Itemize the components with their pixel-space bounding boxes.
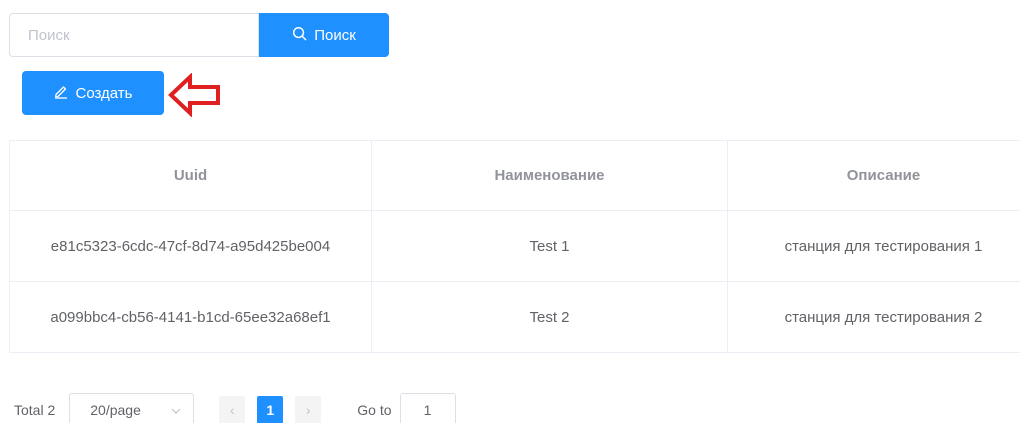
search-input[interactable] <box>9 13 259 57</box>
goto-page-input[interactable] <box>399 393 456 423</box>
chevron-left-icon: ‹ <box>229 402 235 418</box>
left-arrow-outline-icon <box>168 72 222 118</box>
page-number: 1 <box>266 402 275 418</box>
total-count: Total 2 <box>14 402 56 418</box>
table-header-row: Uuid Наименование Описание <box>9 140 1020 211</box>
chevron-right-icon: › <box>305 402 311 418</box>
cell-uuid: e81c5323-6cdc-47cf-8d74-a95d425be004 <box>9 210 372 282</box>
search-icon <box>292 26 307 45</box>
cell-description: станция для тестирования 2 <box>727 281 1020 353</box>
prev-page-button[interactable]: ‹ <box>219 396 246 423</box>
cell-name: Test 1 <box>371 210 728 282</box>
goto-label: Go to <box>357 402 392 418</box>
next-page-button[interactable]: › <box>295 396 322 423</box>
page-size-select[interactable]: 20/page <box>69 393 195 423</box>
create-button-label: Создать <box>75 84 133 102</box>
cell-description: станция для тестирования 1 <box>727 210 1020 282</box>
column-header-description[interactable]: Описание <box>727 140 1020 211</box>
cell-name: Test 2 <box>371 281 728 353</box>
stations-table: Uuid Наименование Описание e81c5323-6cdc… <box>9 140 1020 353</box>
cell-uuid: a099bbc4-cb56-4141-b1cd-65ee32a68ef1 <box>9 281 372 353</box>
page-size-value: 20/page <box>90 402 141 418</box>
search-button[interactable]: Поиск <box>259 13 389 57</box>
page-number-button[interactable]: 1 <box>257 396 284 423</box>
table-row[interactable]: a099bbc4-cb56-4141-b1cd-65ee32a68ef1 Tes… <box>9 281 1020 353</box>
table-row[interactable]: e81c5323-6cdc-47cf-8d74-a95d425be004 Tes… <box>9 210 1020 282</box>
chevron-down-icon <box>171 403 181 417</box>
search-button-label: Поиск <box>314 26 356 44</box>
column-header-name[interactable]: Наименование <box>371 140 728 211</box>
edit-icon <box>53 83 69 103</box>
pagination: Total 2 20/page ‹ 1 › Go to <box>14 392 456 423</box>
create-button[interactable]: Создать <box>22 71 164 115</box>
column-header-uuid[interactable]: Uuid <box>9 140 372 211</box>
